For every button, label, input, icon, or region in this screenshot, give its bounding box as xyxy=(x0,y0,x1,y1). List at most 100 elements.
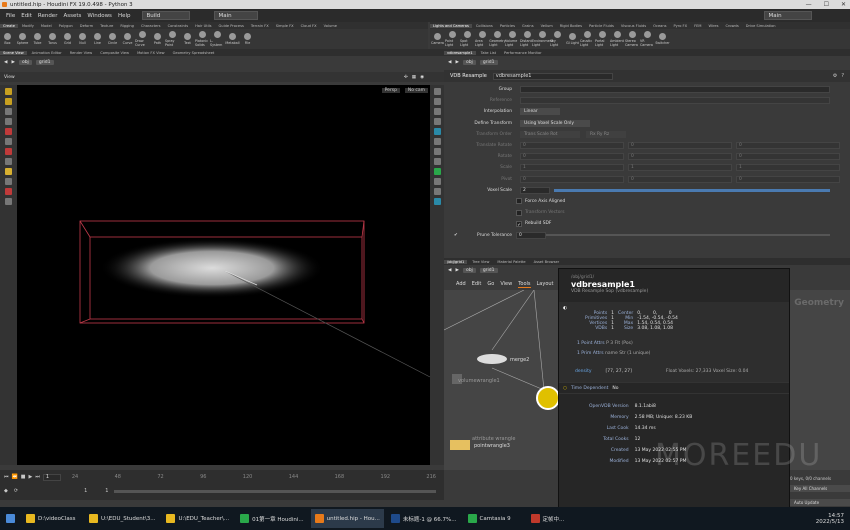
shelf-tool[interactable]: Metaball xyxy=(225,33,240,45)
shelf-tool[interactable]: Portal Light xyxy=(595,31,610,47)
rotate-icon[interactable] xyxy=(5,108,12,115)
param-field[interactable]: 1 xyxy=(520,164,624,172)
node-name-field[interactable]: vdbresample1 xyxy=(492,72,613,80)
shelf-tab[interactable]: Lights and Cameras xyxy=(430,23,472,28)
range-start[interactable]: 1 xyxy=(84,488,87,494)
menu-help[interactable]: Help xyxy=(118,13,131,19)
shelf-tab[interactable]: Viscous Fluids xyxy=(618,24,649,28)
menu-assets[interactable]: Assets xyxy=(63,13,81,19)
shelf-tool[interactable]: Stereo Camera xyxy=(625,31,640,47)
bbox-icon[interactable] xyxy=(433,138,441,145)
shelf-tab[interactable]: Model xyxy=(38,24,55,28)
shelf-tool[interactable]: Caustic Light xyxy=(580,31,595,47)
shelf-tool[interactable]: Area Light xyxy=(475,31,490,47)
merge-node[interactable] xyxy=(477,354,507,364)
param-field[interactable]: 1 xyxy=(736,164,840,172)
go-end-icon[interactable]: ⏭ xyxy=(35,474,40,480)
point-icon[interactable] xyxy=(433,118,441,125)
pane-tab[interactable]: Asset Browser xyxy=(531,260,563,264)
gear-icon[interactable]: ⚙ xyxy=(833,73,837,79)
shelf-tool[interactable]: Circle xyxy=(105,33,120,45)
forward-icon[interactable]: ▶ xyxy=(11,60,14,65)
pane-tab[interactable]: /obj/grid1 xyxy=(444,259,468,264)
pane-tab[interactable]: Motion FX View xyxy=(134,51,168,55)
shelf-tool[interactable]: Line xyxy=(90,33,105,45)
taskbar-app[interactable]: D:\videoClass xyxy=(22,509,82,528)
snap-icon[interactable]: ✣ xyxy=(404,75,408,80)
pane-tab[interactable]: Performance Monitor xyxy=(501,51,545,55)
back-icon[interactable]: ◀ xyxy=(4,60,7,65)
shelf-tool[interactable]: Tube xyxy=(30,33,45,45)
display-icon[interactable] xyxy=(433,88,441,95)
snap-toggle-icon[interactable] xyxy=(5,188,12,195)
param-menu[interactable]: Rx Ry Rz xyxy=(586,130,626,138)
network-menu-item[interactable]: View xyxy=(500,281,512,287)
shelf-tab[interactable]: Hair Utils xyxy=(192,24,214,28)
taskbar-app[interactable]: U:\EDU_Student\3... xyxy=(85,509,159,528)
voxel-scale-slider[interactable] xyxy=(554,188,830,192)
param-field[interactable]: 0 xyxy=(736,153,840,161)
shelf-tool[interactable]: Null xyxy=(75,33,90,45)
taskbar-app[interactable]: Camtasia 9 xyxy=(464,509,524,528)
shelf-tab[interactable]: Rigging xyxy=(117,24,137,28)
magnet-icon[interactable] xyxy=(5,178,12,185)
shelf-tab[interactable]: Deform xyxy=(77,24,96,28)
solo-icon[interactable] xyxy=(433,188,441,195)
shaded-icon[interactable] xyxy=(433,108,441,115)
template-icon[interactable] xyxy=(433,168,441,175)
shelf-tool[interactable]: Sphere xyxy=(15,33,30,45)
pane-tab[interactable]: Animation Editor xyxy=(29,51,65,55)
go-start-icon[interactable]: ⏮ xyxy=(4,474,9,480)
select-icon[interactable] xyxy=(5,88,12,95)
taskbar-app[interactable]: U:\EDU_Teacher\... xyxy=(162,509,233,528)
shelf-tab[interactable]: Texture xyxy=(97,24,116,28)
desktop-dropdown[interactable]: Main xyxy=(214,11,259,20)
shelf-tool[interactable]: Torus xyxy=(45,33,60,45)
shelf-tab[interactable]: Particle Fluids xyxy=(586,24,617,28)
shelf-tool[interactable]: GI Light xyxy=(565,33,580,45)
taskbar-app[interactable]: 定帧中... xyxy=(527,509,587,528)
persp-menu[interactable]: Persp xyxy=(381,88,400,93)
wireframe-icon[interactable] xyxy=(433,98,441,105)
forward-icon[interactable]: ▶ xyxy=(455,268,458,273)
desktop-dropdown-right[interactable]: Main xyxy=(764,11,813,20)
shelf-tab[interactable]: Modify xyxy=(19,24,37,28)
shelf-tab[interactable]: Grains xyxy=(519,24,537,28)
shelf-tab[interactable]: Crowds xyxy=(723,24,742,28)
prev-key-icon[interactable]: ⏪ xyxy=(12,474,18,480)
shelf-tool[interactable]: Platonic Solids xyxy=(195,31,210,47)
param-field[interactable]: 0 xyxy=(520,153,624,161)
prune-slider[interactable] xyxy=(546,234,830,237)
shelf-tab[interactable]: Volume xyxy=(321,24,340,28)
shelf-tab[interactable]: Oceans xyxy=(650,24,669,28)
light-icon[interactable] xyxy=(5,168,12,175)
frame-ruler[interactable]: 24 48 72 96 120 144 168 192 216 xyxy=(64,474,444,480)
param-field[interactable]: 0 xyxy=(520,142,624,150)
shelf-tool[interactable]: VR Camera xyxy=(640,31,655,47)
menu-render[interactable]: Render xyxy=(38,13,58,19)
shelf-tool[interactable]: Camera xyxy=(430,33,445,45)
network-menu-item[interactable]: Go xyxy=(487,281,494,287)
shelf-tab[interactable]: Characters xyxy=(138,24,164,28)
start-icon[interactable] xyxy=(2,509,20,528)
back-icon[interactable]: ◀ xyxy=(448,268,451,273)
shelf-tab[interactable]: Drive Simulation xyxy=(743,24,779,28)
param-field[interactable] xyxy=(520,97,830,105)
shelf-tab[interactable]: Particles xyxy=(497,24,518,28)
build-dropdown[interactable]: Build xyxy=(142,11,191,20)
shelf-tab[interactable]: Polygon xyxy=(56,24,76,28)
shelf-tab[interactable]: Create xyxy=(0,23,18,28)
param-field[interactable]: 0 xyxy=(628,175,732,183)
pane-tab[interactable]: Render View xyxy=(67,51,95,55)
vis-icon[interactable] xyxy=(433,178,441,185)
shelf-tab[interactable]: Wires xyxy=(706,24,722,28)
param-field[interactable]: 0 xyxy=(520,175,624,183)
move-icon[interactable] xyxy=(5,98,12,105)
help-icon[interactable]: ? xyxy=(841,73,844,79)
taskbar-app[interactable]: 01第一章 Houdini... xyxy=(236,509,308,528)
network-menu-item[interactable]: Tools xyxy=(518,281,531,288)
layout-icon[interactable] xyxy=(5,198,12,205)
shelf-tool[interactable]: Spray Paint xyxy=(165,31,180,47)
shelf-tab[interactable]: FEM xyxy=(691,24,704,28)
path-obj[interactable]: obj xyxy=(462,59,476,65)
